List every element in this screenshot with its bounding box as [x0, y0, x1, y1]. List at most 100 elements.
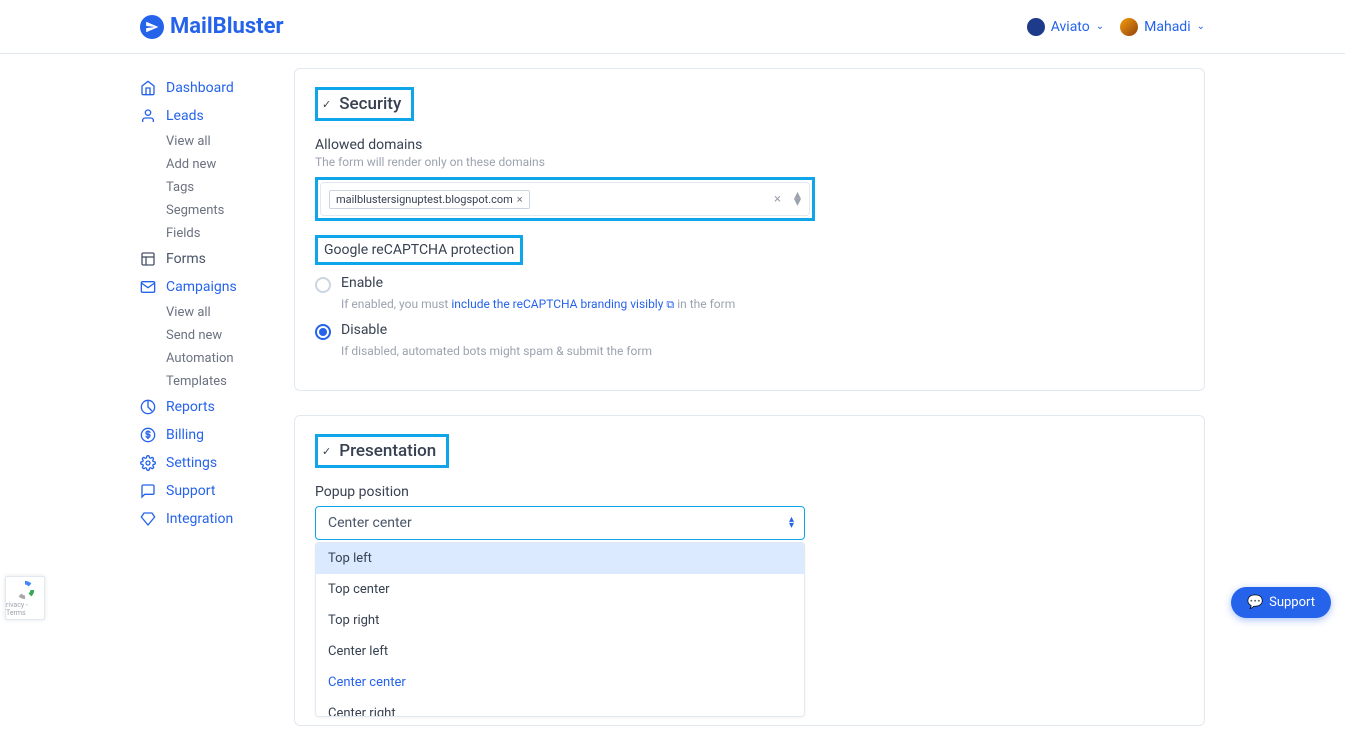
user-selector[interactable]: Mahadi ⌄: [1120, 18, 1205, 36]
dropdown-item[interactable]: Top center: [316, 574, 804, 605]
domain-chip-text: mailblustersignuptest.blogspot.com: [336, 193, 513, 206]
dropdown-item[interactable]: Top right: [316, 605, 804, 636]
sub-item[interactable]: Automation: [166, 347, 280, 370]
user-name: Mahadi: [1144, 19, 1190, 35]
home-icon: [140, 80, 156, 96]
main: Dashboard Leads View all Add new Tags Se…: [0, 68, 1345, 750]
support-label: Support: [1269, 595, 1315, 610]
radio-label: Enable: [341, 275, 383, 291]
dropdown-item[interactable]: Center left: [316, 636, 804, 667]
sidebar-item-leads[interactable]: Leads: [140, 102, 280, 130]
nav-label: Campaigns: [166, 279, 237, 295]
popup-position-label: Popup position: [315, 484, 1184, 500]
popup-position-dropdown[interactable]: Top left Top center Top right Center lef…: [315, 542, 805, 717]
clear-all-icon[interactable]: ×: [774, 192, 781, 207]
help-prefix: If enabled, you must: [341, 297, 451, 311]
nav-label: Dashboard: [166, 80, 234, 96]
sidebar-item-forms[interactable]: Forms: [140, 245, 280, 273]
domain-input[interactable]: mailblustersignuptest.blogspot.com × × ▴…: [320, 182, 810, 216]
radio-disable-help: If disabled, automated bots might spam &…: [341, 344, 1184, 358]
chat-icon: [140, 483, 156, 499]
help-suffix: in the form: [674, 297, 735, 311]
recaptcha-branding-link[interactable]: include the reCAPTCHA branding visibly: [451, 297, 663, 311]
mail-icon: [140, 279, 156, 295]
nav-label: Integration: [166, 511, 233, 527]
nav-label: Settings: [166, 455, 217, 471]
dropdown-item[interactable]: Top left: [316, 543, 804, 574]
radio-disable[interactable]: Disable: [315, 322, 1184, 340]
dollar-icon: [140, 427, 156, 443]
brand-selector[interactable]: Aviato ⌄: [1027, 18, 1104, 36]
radio-label: Disable: [341, 322, 387, 338]
support-button[interactable]: 💬 Support: [1231, 587, 1331, 618]
caret-icon: ▴▾: [789, 517, 794, 529]
chat-icon: 💬: [1247, 595, 1263, 610]
panel-title-presentation[interactable]: ✓ Presentation: [315, 434, 449, 468]
radio-icon[interactable]: [315, 277, 331, 293]
select-value: Center center: [328, 515, 412, 531]
chevron-down-icon: ✓: [322, 98, 331, 111]
panel-title-text: Presentation: [339, 441, 436, 461]
nav-label: Reports: [166, 399, 215, 415]
domain-input-highlight: mailblustersignuptest.blogspot.com × × ▴…: [315, 177, 815, 221]
nav-label: Support: [166, 483, 215, 499]
content: ✓ Security Allowed domains The form will…: [294, 68, 1205, 750]
chart-icon: [140, 399, 156, 415]
panel-title-text: Security: [339, 94, 401, 114]
radio-enable-help: If enabled, you must include the reCAPTC…: [341, 297, 1184, 312]
chevron-down-icon: ✓: [322, 445, 331, 458]
logo-icon: [140, 15, 164, 39]
brand-name: Aviato: [1051, 19, 1090, 35]
chevron-down-icon: ⌄: [1197, 21, 1205, 32]
sidebar: Dashboard Leads View all Add new Tags Se…: [140, 68, 280, 750]
sidebar-item-billing[interactable]: Billing: [140, 421, 280, 449]
popup-position-select[interactable]: Center center ▴▾: [315, 506, 805, 540]
sub-item[interactable]: View all: [166, 130, 280, 153]
sub-item[interactable]: Tags: [166, 176, 280, 199]
nav-label: Leads: [166, 108, 204, 124]
header-right: Aviato ⌄ Mahadi ⌄: [1027, 18, 1205, 36]
sidebar-item-integration[interactable]: Integration: [140, 505, 280, 533]
security-panel: ✓ Security Allowed domains The form will…: [294, 68, 1205, 391]
header: MailBluster Aviato ⌄ Mahadi ⌄: [0, 0, 1345, 54]
user-avatar: [1120, 18, 1138, 36]
nav-label: Forms: [166, 251, 206, 267]
recaptcha-badge: rivacy - Terms: [5, 576, 45, 620]
panel-title-security[interactable]: ✓ Security: [315, 87, 414, 121]
dropdown-item[interactable]: Center center: [316, 667, 804, 698]
sidebar-item-reports[interactable]: Reports: [140, 393, 280, 421]
sidebar-item-settings[interactable]: Settings: [140, 449, 280, 477]
radio-enable[interactable]: Enable: [315, 275, 1184, 293]
help-link: include the reCAPTCHA branding visibly: [451, 297, 663, 311]
allowed-domains-label: Allowed domains: [315, 137, 1184, 153]
chevron-down-icon: ⌄: [1096, 21, 1104, 32]
campaigns-subitems: View all Send new Automation Templates: [140, 301, 280, 393]
radio-icon[interactable]: [315, 324, 331, 340]
recaptcha-label: Google reCAPTCHA protection: [315, 235, 523, 265]
sidebar-item-campaigns[interactable]: Campaigns: [140, 273, 280, 301]
user-icon: [140, 108, 156, 124]
domain-chip: mailblustersignuptest.blogspot.com ×: [329, 190, 530, 209]
recaptcha-icon: [14, 579, 36, 601]
sub-item[interactable]: Fields: [166, 222, 280, 245]
leads-subitems: View all Add new Tags Segments Fields: [140, 130, 280, 245]
dropdown-item[interactable]: Center right: [316, 698, 804, 717]
form-icon: [140, 251, 156, 267]
recaptcha-terms: rivacy - Terms: [6, 601, 44, 617]
logo[interactable]: MailBluster: [140, 14, 284, 39]
sidebar-item-support[interactable]: Support: [140, 477, 280, 505]
logo-text: MailBluster: [170, 14, 284, 39]
sub-item[interactable]: View all: [166, 301, 280, 324]
sub-item[interactable]: Add new: [166, 153, 280, 176]
sub-item[interactable]: Segments: [166, 199, 280, 222]
diamond-icon: [140, 511, 156, 527]
stepper-icon[interactable]: ▴▾: [794, 192, 801, 206]
sub-item[interactable]: Send new: [166, 324, 280, 347]
nav-label: Billing: [166, 427, 204, 443]
remove-chip-icon[interactable]: ×: [517, 193, 523, 206]
presentation-panel: ✓ Presentation Popup position Center cen…: [294, 415, 1205, 726]
allowed-domains-help: The form will render only on these domai…: [315, 155, 1184, 169]
gear-icon: [140, 455, 156, 471]
sidebar-item-dashboard[interactable]: Dashboard: [140, 74, 280, 102]
sub-item[interactable]: Templates: [166, 370, 280, 393]
